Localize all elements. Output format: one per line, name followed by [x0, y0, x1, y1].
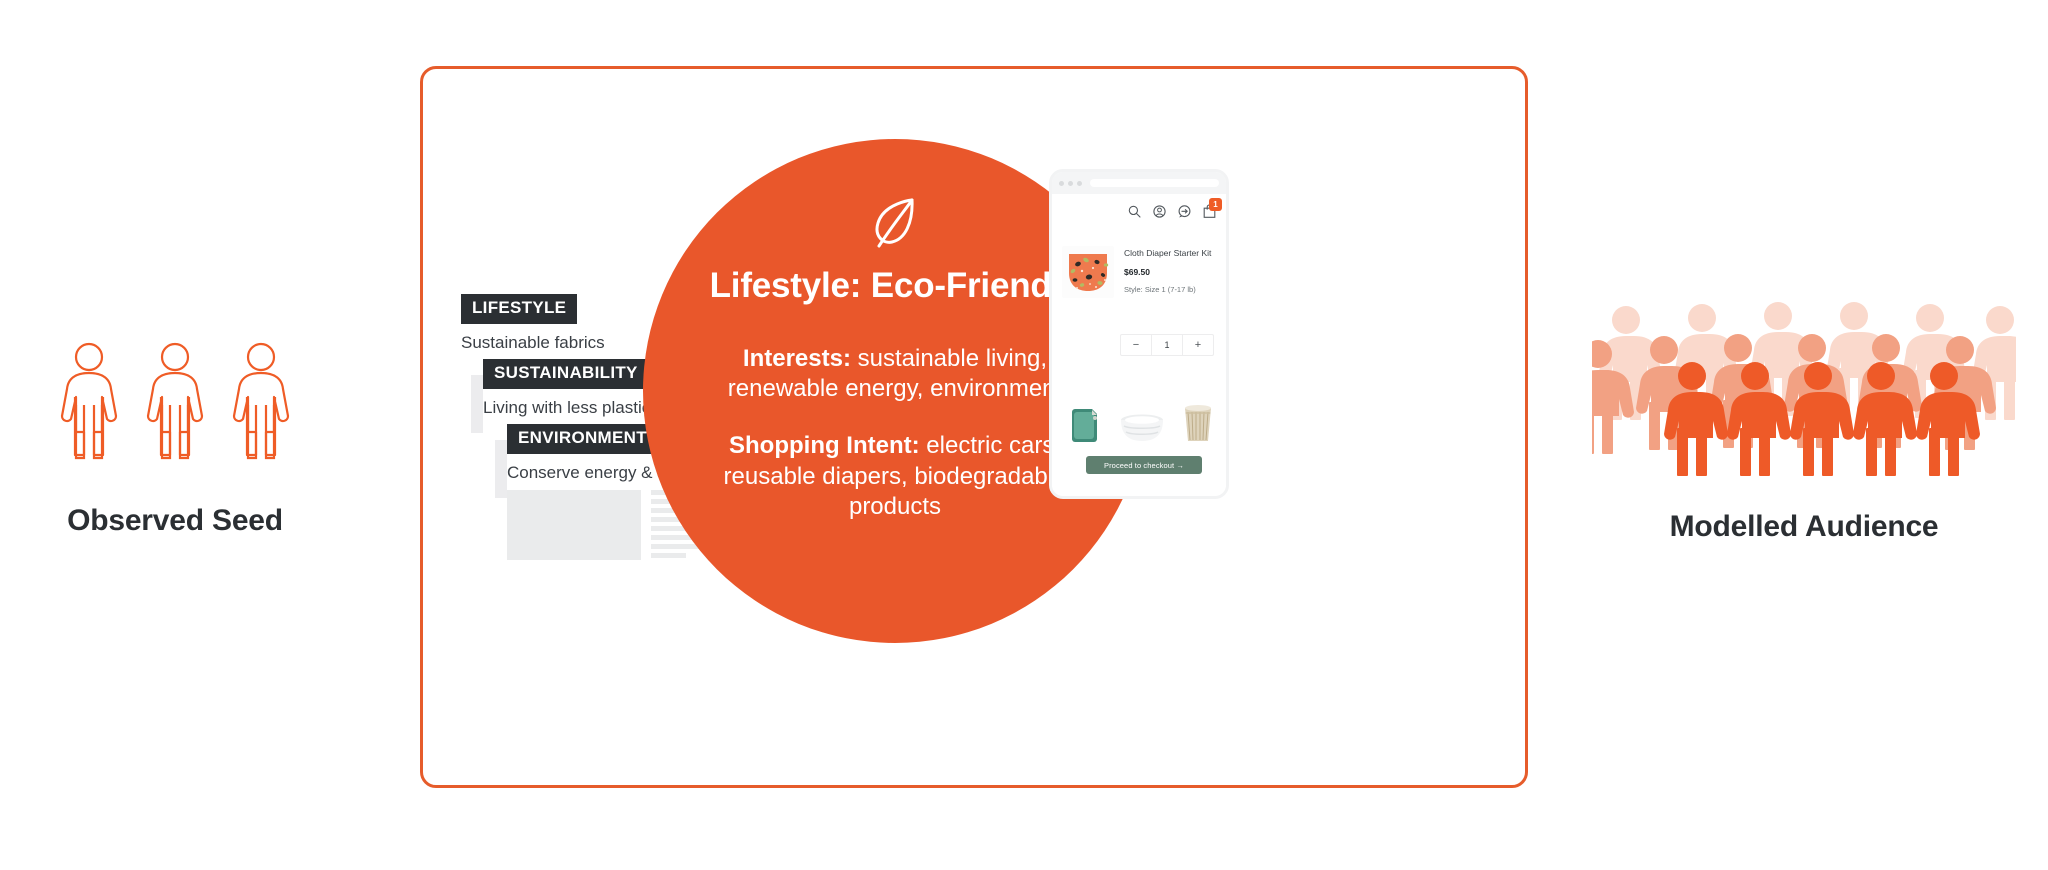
- address-bar[interactable]: [1090, 179, 1219, 187]
- cloth-diaper-image: [1062, 246, 1114, 298]
- article-edge: [471, 375, 483, 434]
- modelled-audience-crowd: [1592, 300, 2016, 480]
- person-outline-icon: [146, 342, 204, 460]
- search-icon[interactable]: [1128, 205, 1141, 218]
- quantity-increment-button[interactable]: +: [1183, 335, 1213, 355]
- cart-button[interactable]: 1: [1203, 198, 1222, 218]
- persona-title: Lifestyle: Eco-Friendly: [709, 266, 1081, 305]
- checkout-button[interactable]: Proceed to checkout →: [1086, 456, 1202, 474]
- storefront-nav-icons: 1: [1128, 198, 1222, 218]
- recommended-products: [1068, 404, 1214, 444]
- article-headline: ENVIRONMENT: [507, 424, 658, 454]
- cart-badge: 1: [1209, 198, 1222, 211]
- phone-screen: 1 Cloth Diaper Starter Kit $69.50 Style:…: [1052, 194, 1226, 496]
- teal-pouch-image[interactable]: [1068, 404, 1102, 444]
- observed-seed-group: Observed Seed: [40, 320, 310, 538]
- quantity-stepper[interactable]: − 1 +: [1120, 334, 1214, 356]
- infographic-canvas: Observed Seed LIFESTYLE Sustainable fabr…: [0, 0, 2048, 870]
- person-outline-icon: [60, 342, 118, 460]
- product-price: $69.50: [1124, 266, 1150, 277]
- chat-icon[interactable]: [1178, 204, 1191, 218]
- persona-shopping-intent: Shopping Intent: electric cars, reusable…: [689, 431, 1101, 523]
- persona-card: LIFESTYLE Sustainable fabrics SUSTAINABI…: [420, 66, 1528, 788]
- quantity-decrement-button[interactable]: −: [1121, 335, 1151, 355]
- white-bowl-image[interactable]: [1119, 412, 1165, 444]
- cart-line-item: Cloth Diaper Starter Kit $69.50 Style: S…: [1062, 246, 1218, 298]
- article-image-placeholder: [507, 490, 641, 560]
- window-dot-icon: [1059, 180, 1064, 186]
- modelled-audience-label: Modelled Audience: [1669, 510, 1939, 543]
- phone-mockup: 1 Cloth Diaper Starter Kit $69.50 Style:…: [1049, 169, 1229, 499]
- persona-interests-label: Interests:: [742, 344, 851, 372]
- quantity-value[interactable]: 1: [1151, 335, 1183, 355]
- leaf-icon: [868, 195, 922, 251]
- window-dot-icon: [1077, 180, 1082, 186]
- persona-interests: Interests: sustainable living, renewable…: [689, 344, 1101, 405]
- window-dot-icon: [1068, 180, 1073, 186]
- article-subtitle: Living with less plastic: [483, 397, 651, 417]
- article-headline: SUSTAINABILITY: [483, 359, 649, 389]
- product-style: Style: Size 1 (7-17 lb): [1124, 284, 1196, 294]
- article-card-lifestyle[interactable]: LIFESTYLE Sustainable fabrics: [461, 294, 605, 353]
- product-title: Cloth Diaper Starter Kit: [1124, 248, 1212, 258]
- article-subtitle: Sustainable fabrics: [461, 332, 605, 352]
- person-outline-icon: [232, 342, 290, 460]
- article-card-sustainability[interactable]: SUSTAINABILITY Living with less plastic: [471, 359, 651, 434]
- woven-basket-image[interactable]: [1182, 404, 1214, 444]
- article-headline: LIFESTYLE: [461, 294, 578, 324]
- browser-chrome-bar: [1052, 172, 1226, 194]
- observed-seed-figures: [40, 320, 310, 460]
- product-info: Cloth Diaper Starter Kit $69.50 Style: S…: [1124, 246, 1218, 298]
- crowd-figures: [1592, 302, 2016, 476]
- persona-intent-label: Shopping Intent:: [729, 431, 920, 459]
- account-icon[interactable]: [1153, 204, 1166, 218]
- observed-seed-label: Observed Seed: [67, 504, 283, 537]
- modelled-audience-group: Modelled Audience: [1592, 300, 2016, 544]
- article-edge: [495, 440, 507, 499]
